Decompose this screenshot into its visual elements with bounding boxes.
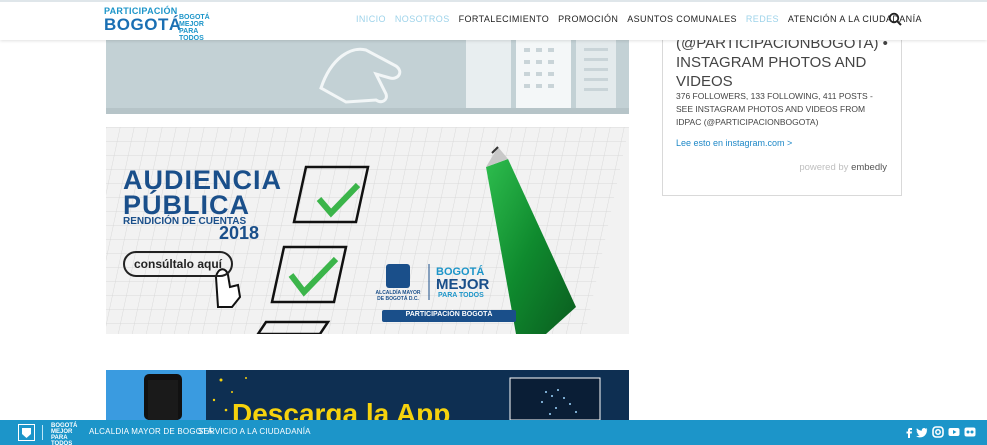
embedly-brand: embedly	[851, 162, 887, 173]
nav-item-asuntos-comunales[interactable]: ASUNTOS COMUNALES	[627, 14, 737, 24]
footer-divider	[42, 425, 43, 440]
footer-bogota-logo: BOGOTÁ MEJOR PARA TODOS	[51, 423, 78, 445]
instagram-embed-card: (@PARTICIPACIONBOGOTA) • INSTAGRAM PHOTO…	[662, 30, 902, 196]
search-icon[interactable]	[888, 12, 902, 26]
participacion-bogota-label: PARTICIPACIÓN BOGOTÁ	[405, 311, 493, 318]
instagram-link[interactable]: Lee esto en instagram.com >	[676, 138, 792, 148]
flickr-icon[interactable]	[964, 426, 976, 438]
powered-by-text: powered by	[799, 162, 849, 173]
descarga-app-text: Descarga la App	[232, 398, 451, 420]
footer-link-alcaldia[interactable]: ALCALDIA MAYOR DE BOGOTÁ	[89, 427, 213, 436]
audiencia-year: 2018	[219, 223, 260, 243]
nav-item-fortalecimiento[interactable]: FORTALECIMIENTO	[459, 14, 550, 24]
alcaldia-shield-icon	[18, 424, 35, 441]
youtube-icon[interactable]	[948, 426, 960, 438]
main-nav: INICIO NOSOTROS FORTALECIMIENTO PROMOCIÓ…	[356, 14, 931, 24]
instagram-description: 376 FOLLOWERS, 133 FOLLOWING, 411 POSTS …	[676, 91, 873, 127]
banner-descarga-app[interactable]: Descarga la App	[106, 370, 629, 420]
banner-audiencia-illustration	[106, 127, 629, 334]
instagram-icon[interactable]	[932, 426, 944, 438]
site-header: PARTICIPACIÓN BOGOTÁ BOGOTÁ MEJOR PARA T…	[0, 0, 987, 42]
mejor-label: MEJOR	[436, 276, 490, 293]
alcaldia-label: ALCALDÍA MAYOR DE BOGOTÁ D.C.	[375, 290, 421, 302]
footer-link-servicio[interactable]: SERVICIO A LA CIUDADANÍA	[198, 427, 311, 436]
twitter-icon[interactable]	[916, 426, 928, 438]
site-footer: BOGOTÁ MEJOR PARA TODOS ALCALDIA MAYOR D…	[0, 420, 987, 445]
header-top-line	[0, 0, 987, 2]
facebook-icon[interactable]	[903, 426, 915, 438]
nav-item-redes[interactable]: REDES	[746, 14, 779, 24]
consultalo-aqui-button[interactable]: consúltalo aquí	[123, 251, 233, 277]
participacion-bogota-logo[interactable]: PARTICIPACIÓN BOGOTÁ BOGOTÁ MEJOR PARA T…	[104, 6, 234, 42]
nav-item-nosotros[interactable]: NOSOTROS	[395, 14, 450, 24]
logo-side-text: BOGOTÁ MEJOR PARA TODOS	[179, 14, 210, 42]
para-todos-label: PARA TODOS	[438, 292, 484, 299]
nav-item-inicio[interactable]: INICIO	[356, 14, 386, 24]
logo-main-text: BOGOTÁ	[104, 15, 182, 34]
powered-by-embedly[interactable]: powered by embedly	[799, 162, 887, 173]
nav-item-promocion[interactable]: PROMOCIÓN	[558, 14, 618, 24]
banner-audiencia-publica[interactable]: AUDIENCIA PÚBLICA RENDICIÓN DE CUENTAS 2…	[106, 127, 629, 334]
instagram-title[interactable]: (@PARTICIPACIONBOGOTA) • INSTAGRAM PHOTO…	[676, 34, 896, 91]
